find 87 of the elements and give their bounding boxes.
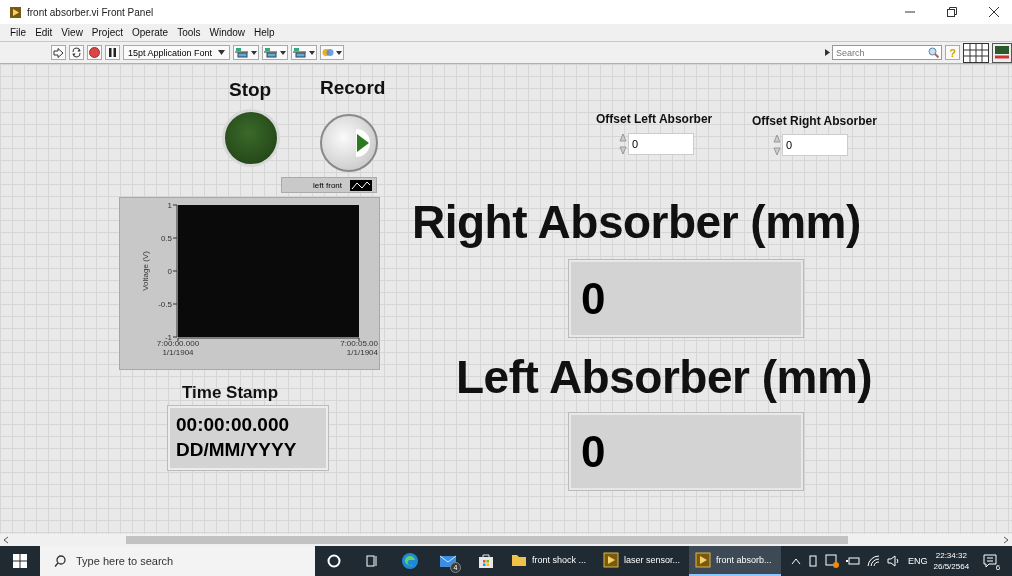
run-continuously-button[interactable] xyxy=(69,45,84,60)
labview-app-icon xyxy=(603,552,619,568)
align-objects-button[interactable] xyxy=(233,45,260,60)
pause-icon xyxy=(108,48,117,57)
y-tick-label: 1 xyxy=(167,201,172,210)
speaker-icon[interactable] xyxy=(887,555,901,567)
taskbar-app-button[interactable]: front shock ... xyxy=(505,546,597,576)
button-label: Stop xyxy=(229,79,272,101)
date-text: DD/MM/YYYY xyxy=(176,439,298,461)
connector-pane-icon[interactable] xyxy=(963,42,989,63)
menu-item[interactable]: Operate xyxy=(132,27,169,38)
time-text: 00:00:00.000 xyxy=(176,414,291,436)
abort-button[interactable] xyxy=(87,45,102,60)
numeric-field[interactable]: 0 xyxy=(628,133,694,155)
taskbar-app-button[interactable]: front absorb... xyxy=(689,546,781,576)
labview-app-icon xyxy=(695,552,711,568)
message-icon xyxy=(983,554,998,568)
distribute-icon xyxy=(264,47,287,58)
y-axis-title: Voltage (V) xyxy=(141,251,150,291)
y-tick-label: -0.5 xyxy=(158,300,172,309)
close-icon xyxy=(989,7,999,17)
vi-icon[interactable] xyxy=(992,42,1012,63)
control-label: Offset Right Absorber xyxy=(752,114,877,128)
button-label: Record xyxy=(320,77,386,99)
taskbar-search-field[interactable]: Type here to search xyxy=(40,546,315,576)
notifications-button[interactable]: 6 xyxy=(975,546,1006,576)
stop-circle-icon xyxy=(89,47,100,58)
expand-arrow-icon[interactable] xyxy=(825,49,830,56)
x-tick-label: 7:00:05.00 1/1/1904 xyxy=(340,339,378,357)
taskbar-clock[interactable]: 22:34:32 26/5/2564 xyxy=(927,550,976,572)
legend-label: left front xyxy=(313,180,342,190)
search-field[interactable]: Search xyxy=(832,45,942,60)
play-triangle-icon xyxy=(356,129,370,157)
restore-icon xyxy=(947,7,957,17)
battery-icon[interactable] xyxy=(846,556,860,566)
reorder-icon xyxy=(322,47,343,58)
envelope-icon xyxy=(439,554,457,568)
font-name: 15pt Application Font xyxy=(128,47,213,58)
numeric-field[interactable]: 0 xyxy=(782,134,848,156)
chevron-up-icon[interactable] xyxy=(791,557,801,565)
menu-item[interactable]: Project xyxy=(91,27,123,38)
indicator-label: Left Absorber (mm) xyxy=(456,350,873,404)
app-icon xyxy=(10,6,21,18)
y-tick-label: 0.5 xyxy=(160,234,172,243)
x-tick-label: 7:00:00.000 1/1/1904 xyxy=(156,339,200,357)
record-button[interactable] xyxy=(320,114,378,172)
resize-objects-button[interactable] xyxy=(291,45,318,60)
menu-item[interactable]: File xyxy=(10,27,27,38)
shopping-bag-icon xyxy=(478,553,494,569)
tray-app-icon[interactable] xyxy=(825,554,839,568)
distribute-objects-button[interactable] xyxy=(262,45,289,60)
circle-icon xyxy=(327,554,341,568)
indicator-label: Right Absorber (mm) xyxy=(412,195,861,249)
language-indicator[interactable]: ENG xyxy=(908,556,928,566)
plot-line-icon xyxy=(350,179,372,191)
browser-swirl-icon xyxy=(401,552,419,570)
indicator-label: Time Stamp xyxy=(182,383,279,403)
font-dropdown[interactable]: 15pt Application Font xyxy=(123,45,231,60)
align-icon xyxy=(235,47,258,58)
pause-button[interactable] xyxy=(105,45,120,60)
search-icon[interactable] xyxy=(928,47,939,58)
y-tick-label: -1 xyxy=(164,333,172,342)
reorder-button[interactable] xyxy=(320,45,345,60)
wifi-icon[interactable] xyxy=(867,555,880,567)
menu-item[interactable]: View xyxy=(61,27,83,38)
resize-icon xyxy=(293,47,316,58)
plot-legend[interactable]: left front xyxy=(281,177,377,193)
taskbar-app-button[interactable]: laser sensor... xyxy=(597,546,689,576)
device-icon[interactable] xyxy=(808,555,818,567)
windows-logo-icon xyxy=(13,554,27,568)
dropdown-caret-icon xyxy=(218,50,226,55)
menu-item[interactable]: Tools xyxy=(177,27,201,38)
cycle-arrows-icon xyxy=(71,47,82,58)
task-view-icon xyxy=(365,554,379,568)
menu-item[interactable]: Help xyxy=(254,27,275,38)
search-icon xyxy=(54,555,66,567)
window-title: front absorber.vi Front Panel xyxy=(27,6,154,18)
numeric-indicator: 0 xyxy=(569,413,803,490)
y-tick-label: 0 xyxy=(167,267,172,276)
folder-icon xyxy=(511,552,527,568)
numeric-indicator: 0 xyxy=(569,260,803,337)
run-button[interactable] xyxy=(51,45,66,60)
scrollbar-thumb[interactable] xyxy=(126,536,848,544)
menu-item[interactable]: Window xyxy=(209,27,246,38)
run-arrow-icon xyxy=(53,47,64,58)
menu-item[interactable]: Edit xyxy=(35,27,53,38)
control-label: Offset Left Absorber xyxy=(596,112,713,126)
